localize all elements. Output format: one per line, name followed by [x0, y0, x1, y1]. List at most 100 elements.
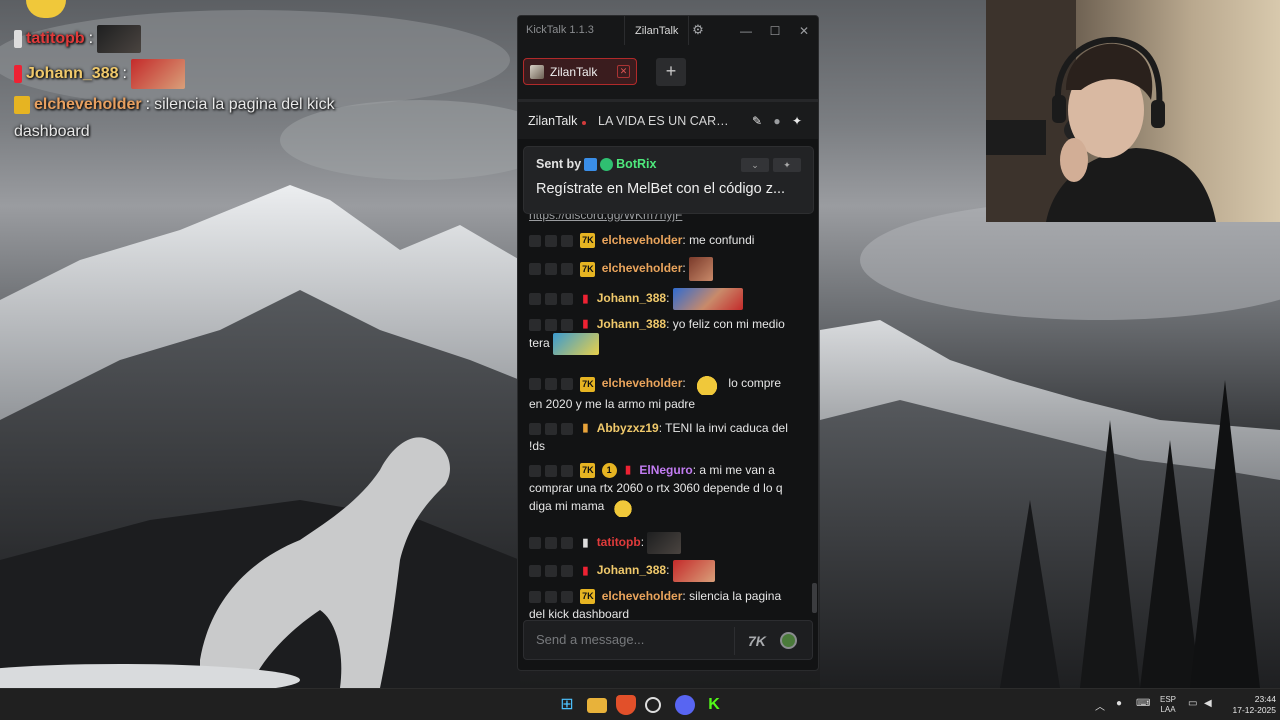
- mod-controls: [529, 318, 573, 331]
- app-icon[interactable]: [645, 697, 661, 713]
- kick-emote-button[interactable]: 7K: [748, 633, 766, 649]
- network-icon[interactable]: ▭: [1188, 698, 1197, 709]
- username[interactable]: Abbyzxz19: [597, 421, 659, 435]
- emote-image[interactable]: [672, 288, 743, 310]
- language-indicator[interactable]: ESP LAA: [1158, 695, 1178, 715]
- kick-7-badge-icon: [14, 96, 30, 114]
- delete-icon[interactable]: [545, 590, 557, 603]
- cup-badge-icon: ▮: [582, 564, 589, 577]
- channel-name[interactable]: ZilanTalk: [528, 114, 577, 128]
- reply-icon[interactable]: [561, 590, 573, 603]
- timeout-icon[interactable]: [529, 422, 541, 435]
- username[interactable]: Johann_388: [597, 291, 666, 305]
- delete-icon[interactable]: [545, 537, 557, 549]
- user-icon[interactable]: ●: [770, 114, 784, 128]
- delete-icon[interactable]: [545, 565, 557, 577]
- timeout-icon[interactable]: [529, 537, 541, 549]
- delete-icon[interactable]: [545, 293, 557, 305]
- unpin-icon[interactable]: ✦: [773, 158, 801, 172]
- timeout-icon[interactable]: [529, 263, 541, 275]
- timeout-icon[interactable]: [529, 234, 541, 247]
- emote-image[interactable]: [607, 497, 638, 517]
- glass-badge-icon: ▮: [582, 536, 589, 549]
- username[interactable]: elcheveholder: [602, 376, 683, 390]
- chat-message: ▮ Abbyzxz19: TENI la invi caduca del !ds: [529, 421, 788, 453]
- volume-icon[interactable]: ◀: [1204, 698, 1212, 709]
- emote-image[interactable]: [553, 333, 600, 355]
- app-title: KickTalk 1.1.3: [526, 24, 594, 36]
- cup-badge-icon: ▮: [582, 292, 589, 305]
- username[interactable]: Johann_388: [597, 563, 666, 577]
- message-text-cont2: diga mi mama: [529, 499, 605, 514]
- windows-start-icon[interactable]: ⊞: [557, 695, 577, 715]
- title-bar[interactable]: KickTalk 1.1.3 ZilanTalk ⚙ — ☐ ✕: [518, 16, 818, 45]
- chat-message: ▮ Johann_388: yo feliz con mi medio tera: [529, 315, 811, 355]
- delete-icon[interactable]: [545, 378, 557, 390]
- kick-app-icon[interactable]: K: [704, 695, 724, 715]
- timeout-icon[interactable]: [529, 378, 541, 390]
- message-text-cont: del kick dashboard: [529, 607, 630, 621]
- keyboard-icon[interactable]: ⌨: [1136, 698, 1150, 709]
- maximize-button[interactable]: ☐: [765, 21, 785, 41]
- reply-icon[interactable]: [561, 422, 573, 435]
- reply-icon[interactable]: [561, 263, 573, 275]
- message-input[interactable]: [536, 632, 726, 647]
- pushpin-icon[interactable]: ✦: [790, 114, 804, 128]
- timeout-icon[interactable]: [529, 293, 541, 305]
- webcam-person: [986, 0, 1216, 222]
- message-text: silencia la pagina: [689, 589, 782, 603]
- mod-controls: [529, 565, 573, 577]
- brave-browser-icon[interactable]: [616, 695, 636, 715]
- delete-icon[interactable]: [545, 422, 557, 435]
- timeout-icon[interactable]: [529, 590, 541, 603]
- system-clock[interactable]: 23:44 17-12-2025: [1222, 694, 1276, 716]
- emoji-picker-icon[interactable]: [780, 632, 797, 649]
- timeout-icon[interactable]: [529, 318, 541, 331]
- emote-image[interactable]: [689, 257, 714, 281]
- delete-icon[interactable]: [545, 234, 557, 247]
- file-explorer-icon[interactable]: [587, 698, 607, 713]
- tab-zilantalk[interactable]: ZilanTalk ✕: [523, 58, 637, 85]
- overlay-chat-row: elcheveholder : silencia la pagina del k…: [14, 96, 335, 114]
- emote-image[interactable]: [647, 532, 682, 554]
- username[interactable]: elcheveholder: [602, 233, 683, 247]
- reply-icon[interactable]: [561, 464, 573, 477]
- reply-icon[interactable]: [561, 537, 573, 549]
- username[interactable]: Johann_388: [597, 317, 666, 331]
- delete-icon[interactable]: [545, 318, 557, 331]
- delete-icon[interactable]: [545, 263, 557, 275]
- message-text: TENI la invi caduca del: [665, 421, 788, 435]
- emote-image[interactable]: [689, 373, 726, 395]
- timeout-icon[interactable]: [529, 565, 541, 577]
- discord-icon[interactable]: [675, 695, 695, 715]
- bot-name[interactable]: BotRix: [616, 157, 656, 171]
- add-tab-button[interactable]: +: [656, 58, 686, 86]
- close-icon[interactable]: ✕: [617, 65, 630, 78]
- timeout-icon[interactable]: [529, 464, 541, 477]
- gear-icon[interactable]: ⚙: [690, 22, 706, 38]
- chat-message: 7K elcheveholder: lo compre en 2020 y me…: [529, 373, 811, 413]
- microphone-icon[interactable]: ●: [1116, 698, 1122, 709]
- close-button[interactable]: ✕: [794, 21, 814, 41]
- chevron-down-icon[interactable]: ⌄: [741, 158, 769, 172]
- username[interactable]: ElNeguro: [639, 463, 692, 477]
- minimize-button[interactable]: —: [736, 21, 756, 41]
- username[interactable]: elcheveholder: [602, 261, 683, 275]
- reply-icon[interactable]: [561, 378, 573, 390]
- username[interactable]: elcheveholder: [602, 589, 683, 603]
- emote-image[interactable]: [672, 560, 715, 582]
- delete-icon[interactable]: [545, 464, 557, 477]
- chevron-up-icon[interactable]: ︿: [1095, 698, 1105, 713]
- pin-icon[interactable]: ✎: [750, 114, 764, 128]
- scrollbar[interactable]: [812, 583, 817, 613]
- reply-icon[interactable]: [561, 318, 573, 331]
- kicktalk-window: KickTalk 1.1.3 ZilanTalk ⚙ — ☐ ✕ ZilanTa…: [517, 15, 819, 671]
- username[interactable]: tatitopb: [597, 535, 641, 549]
- user-menu-button[interactable]: ZilanTalk: [624, 16, 690, 45]
- overlay-message: silencia la pagina del kick: [154, 96, 335, 113]
- reply-icon[interactable]: [561, 293, 573, 305]
- tab-label: ZilanTalk: [550, 64, 598, 79]
- reply-icon[interactable]: [561, 234, 573, 247]
- stream-title: LA VIDA ES UN CARR...: [598, 114, 733, 128]
- reply-icon[interactable]: [561, 565, 573, 577]
